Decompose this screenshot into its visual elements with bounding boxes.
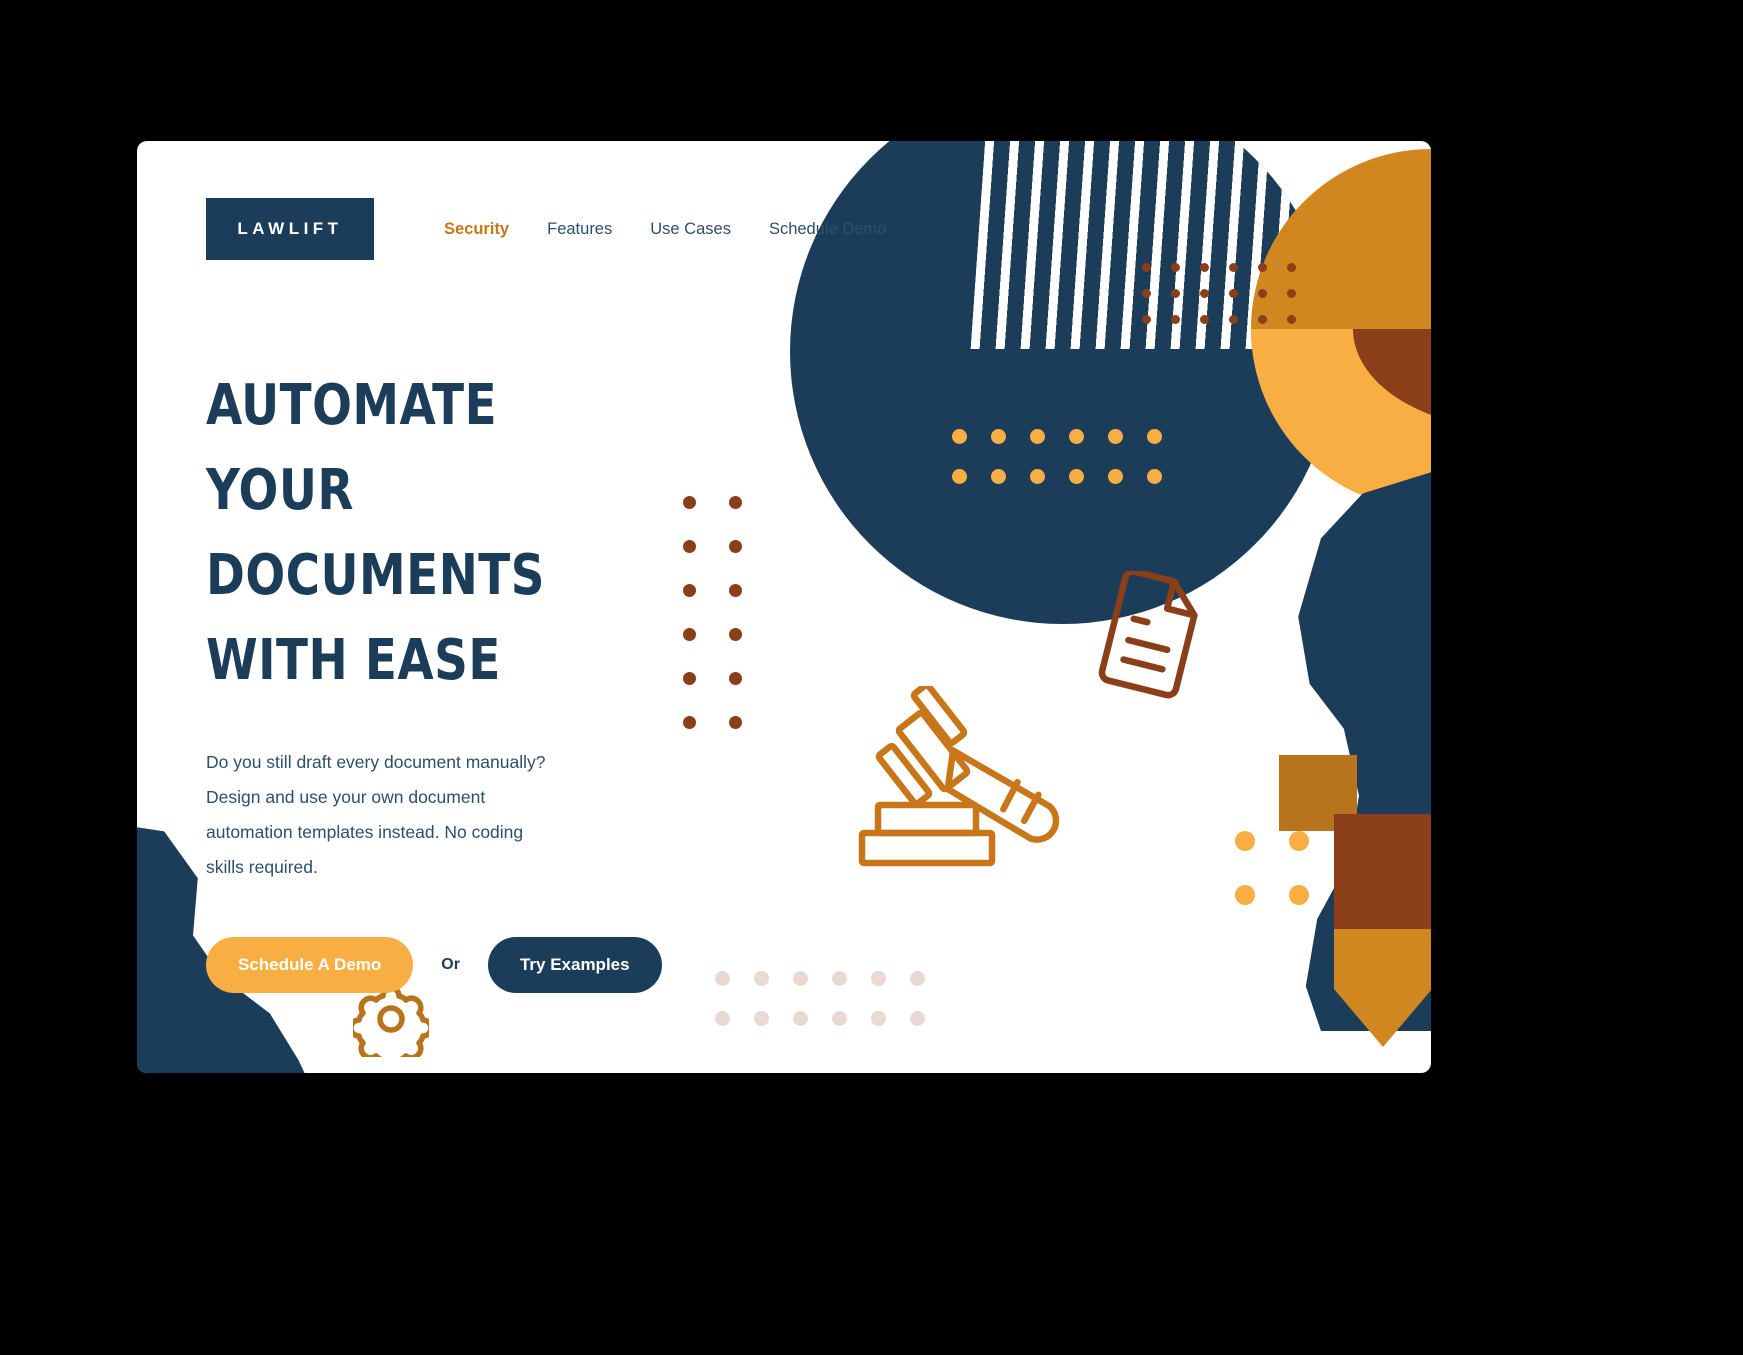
headline-line-1: AUTOMATE YOUR <box>206 373 498 524</box>
cta-separator-label: Or <box>441 956 460 974</box>
nav-item-use-cases[interactable]: Use Cases <box>650 220 731 239</box>
logo-text: LAWLIFT <box>237 219 343 238</box>
nav-item-security[interactable]: Security <box>444 220 509 239</box>
landing-page-card: LAWLIFT Security Features Use Cases Sche… <box>137 141 1431 1073</box>
nav-item-schedule-demo[interactable]: Schedule Demo <box>769 220 886 239</box>
page-content: LAWLIFT Security Features Use Cases Sche… <box>137 141 1431 1073</box>
nav-item-features[interactable]: Features <box>547 220 612 239</box>
headline-line-3: WITH EASE <box>206 628 501 694</box>
headline-line-2: DOCUMENTS <box>206 543 545 609</box>
schedule-demo-button[interactable]: Schedule A Demo <box>206 937 414 994</box>
logo-badge[interactable]: LAWLIFT <box>206 198 374 260</box>
try-examples-button[interactable]: Try Examples <box>487 937 662 994</box>
main-navigation: Security Features Use Cases Schedule Dem… <box>444 220 886 239</box>
hero-subtext: Do you still draft every document manual… <box>206 752 546 878</box>
screenshot-root: LAWLIFT Security Features Use Cases Sche… <box>0 0 1743 1355</box>
cta-row: Schedule A Demo Or Try Examples <box>206 937 676 994</box>
hero-section: AUTOMATE YOUR DOCUMENTS WITH EASE Do you… <box>206 363 676 994</box>
site-header: LAWLIFT Security Features Use Cases Sche… <box>206 198 886 260</box>
page-title: AUTOMATE YOUR DOCUMENTS WITH EASE <box>206 363 643 703</box>
